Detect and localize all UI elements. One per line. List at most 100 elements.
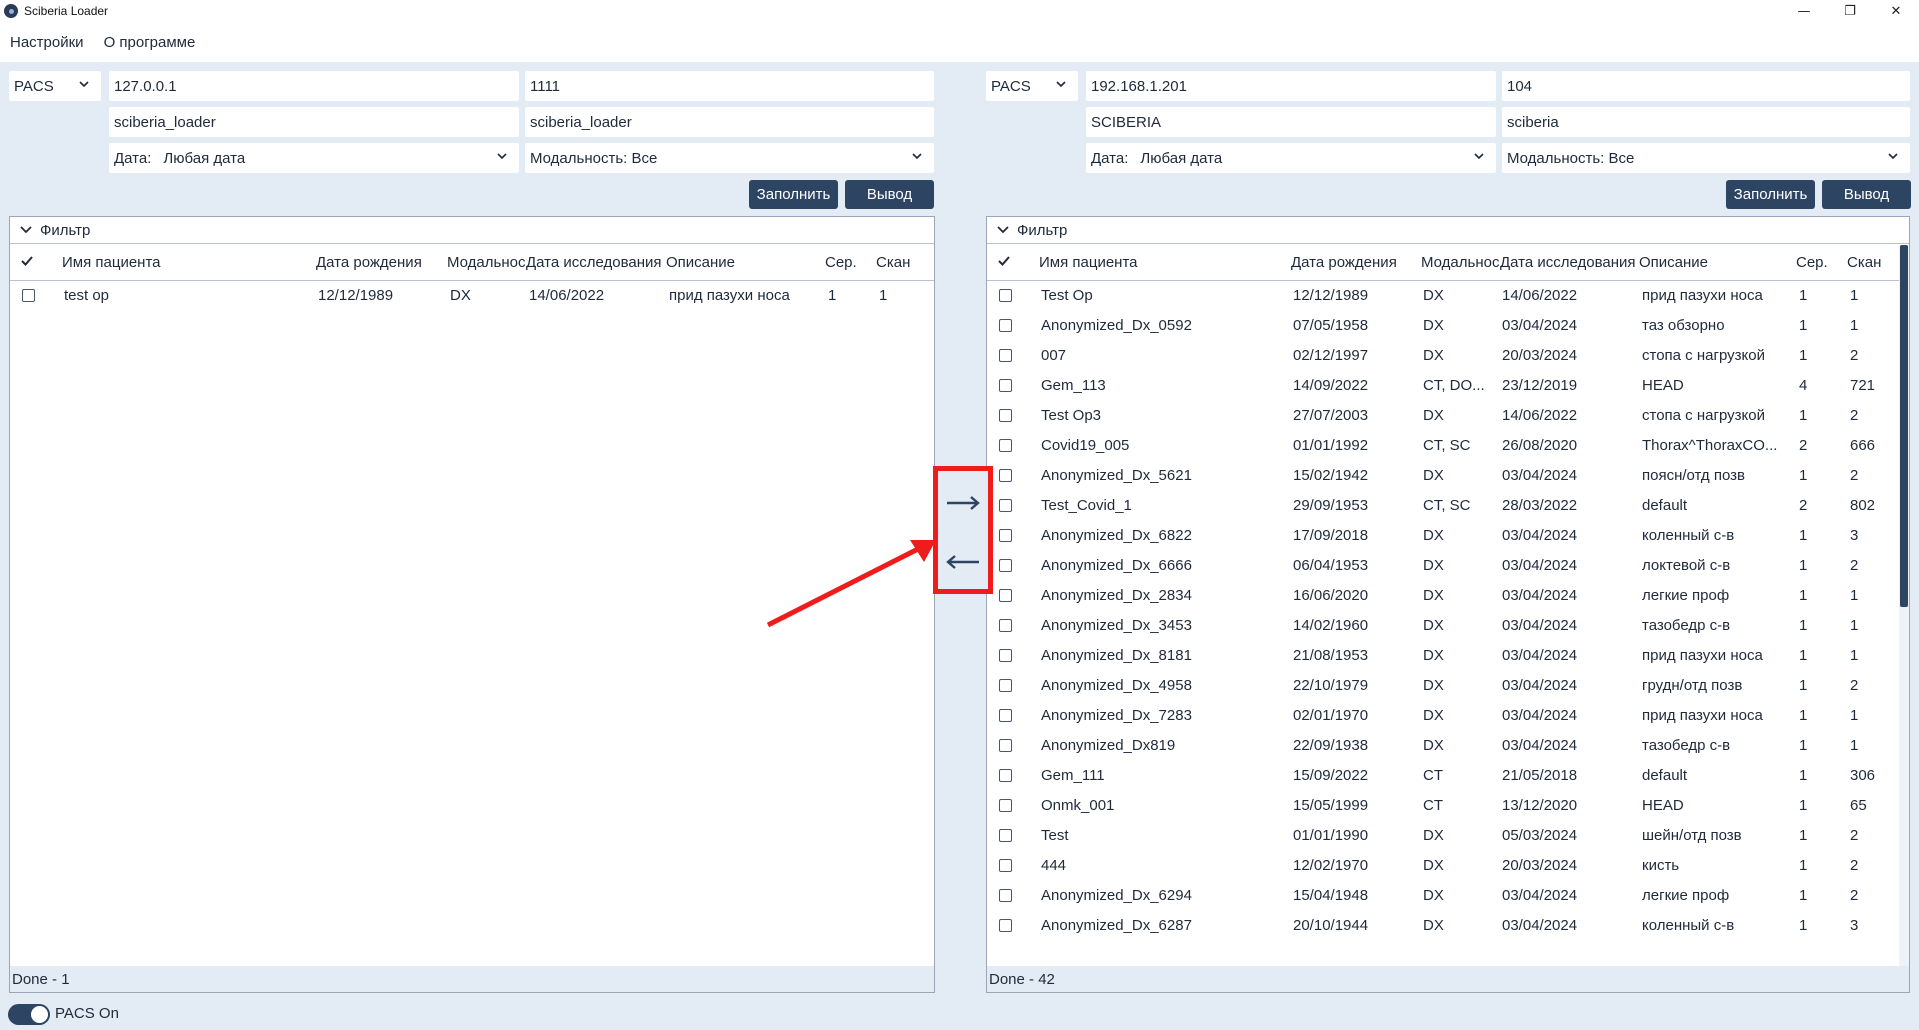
left-modality-select[interactable]: Модальность: Все [525,143,934,173]
right-host-field[interactable]: 192.168.1.201 [1086,71,1496,101]
row-checkbox[interactable] [999,499,1012,512]
row-checkbox[interactable] [999,649,1012,662]
cell-study-date: 14/06/2022 [529,287,605,304]
row-checkbox[interactable] [999,439,1012,452]
left-source-select[interactable]: PACS [9,71,101,101]
left-filter-toggle[interactable]: Фильтр [10,217,934,244]
row-checkbox[interactable] [22,289,35,302]
row-checkbox[interactable] [999,589,1012,602]
col-modality[interactable]: Модальность [1421,254,1499,271]
menu-about[interactable]: О программе [104,34,196,51]
table-row[interactable]: Anonymized_Dx_6294 15/04/1948 DX 03/04/2024… [987,881,1909,911]
row-checkbox[interactable] [999,289,1012,302]
left-aet-field[interactable]: sciberia_loader [109,107,519,137]
table-row[interactable]: Anonymized_Dx_7283 02/01/1970 DX 03/04/2024… [987,701,1909,731]
right-source-select[interactable]: PACS [986,71,1078,101]
table-row[interactable]: Anonymized_Dx819 22/09/1938 DX 03/04/2024 та… [987,731,1909,761]
table-row[interactable]: Test_Covid_1 29/09/1953 CT, SC 28/03/2022 de… [987,491,1909,521]
left-date-select[interactable]: Дата: Любая дата [109,143,519,173]
col-patient-name[interactable]: Имя пациента [62,254,262,271]
right-date-select[interactable]: Дата: Любая дата [1086,143,1496,173]
right-fill-button[interactable]: Заполнить [1726,180,1815,209]
table-row[interactable]: Anonymized_Dx_3453 14/02/1960 DX 03/04/2024… [987,611,1909,641]
col-scans[interactable]: Скан [876,254,926,271]
row-checkbox[interactable] [999,829,1012,842]
cell-birth-date: 12/12/1989 [318,287,394,304]
row-checkbox[interactable] [999,769,1012,782]
col-description[interactable]: Описание [666,254,786,271]
col-birth-date[interactable]: Дата рождения [1291,254,1411,271]
col-scans[interactable]: Скан [1847,254,1897,271]
table-row[interactable]: Gem_111 15/09/2022 CT 21/05/2018 default 1 306 [987,761,1909,791]
left-port-field[interactable]: 1111 [525,71,934,101]
row-checkbox[interactable] [999,889,1012,902]
row-checkbox[interactable] [999,919,1012,932]
col-series[interactable]: Сер. [1796,254,1836,271]
row-checkbox[interactable] [999,379,1012,392]
col-modality[interactable]: Модальность [447,254,525,271]
cell-study-date: 03/04/2024 [1502,587,1578,604]
table-row[interactable]: Covid19_005 01/01/1992 CT, SC 26/08/2020 Tho… [987,431,1909,461]
col-study-date[interactable]: Дата исследования [526,254,664,271]
cell-series: 1 [1799,917,1808,934]
minimize-button[interactable]: — [1781,0,1827,22]
app-logo-icon [4,4,18,18]
table-row[interactable]: Anonymized_Dx_6822 17/09/2018 DX 03/04/2024… [987,521,1909,551]
row-checkbox[interactable] [999,619,1012,632]
close-button[interactable]: ✕ [1873,0,1919,22]
table-row[interactable]: Anonymized_Dx_8181 21/08/1953 DX 03/04/2024… [987,641,1909,671]
transfer-left-button[interactable] [938,532,988,591]
table-row[interactable]: Anonymized_Dx_6287 20/10/1944 DX 03/04/2024… [987,911,1909,941]
table-row[interactable]: Test Op 12/12/1989 DX 14/06/2022 прид пазухи… [987,281,1909,311]
row-checkbox[interactable] [999,859,1012,872]
left-output-button[interactable]: Вывод [845,180,934,209]
left-source-value: PACS [14,77,54,95]
row-checkbox[interactable] [999,679,1012,692]
transfer-right-button[interactable] [938,473,988,532]
table-row[interactable]: Onmk_001 15/05/1999 CT 13/12/2020 HEAD 1 65 [987,791,1909,821]
left-fill-button[interactable]: Заполнить [749,180,838,209]
table-row[interactable]: Anonymized_Dx_5621 15/02/1942 DX 03/04/2024… [987,461,1909,491]
menu-settings[interactable]: Настройки [10,34,84,51]
row-checkbox[interactable] [999,319,1012,332]
table-row[interactable]: 007 02/12/1997 DX 20/03/2024 стопа с нагрузк… [987,341,1909,371]
pacs-toggle[interactable] [8,1004,50,1025]
row-checkbox[interactable] [999,409,1012,422]
right-modality-select[interactable]: Модальность: Все [1502,143,1910,173]
col-study-date[interactable]: Дата исследования [1500,254,1638,271]
row-checkbox[interactable] [999,739,1012,752]
table-row[interactable]: Test Op3 27/07/2003 DX 14/06/2022 стопа с на… [987,401,1909,431]
row-checkbox[interactable] [999,469,1012,482]
table-row[interactable]: Anonymized_Dx_2834 16/06/2020 DX 03/04/2024… [987,581,1909,611]
right-aec-field[interactable]: sciberia [1502,107,1910,137]
table-row[interactable]: test op 12/12/1989 DX 14/06/2022 прид пазухи… [10,281,934,311]
right-aet-field[interactable]: SCIBERIA [1086,107,1496,137]
col-patient-name[interactable]: Имя пациента [1039,254,1239,271]
col-description[interactable]: Описание [1639,254,1759,271]
left-aec-field[interactable]: sciberia_loader [525,107,934,137]
row-checkbox[interactable] [999,709,1012,722]
row-checkbox[interactable] [999,559,1012,572]
cell-description: таз обзорно [1642,317,1725,334]
check-icon[interactable] [997,254,1011,268]
pacs-toggle-label: PACS On [55,1005,119,1022]
col-series[interactable]: Сер. [825,254,865,271]
table-row[interactable]: Gem_113 14/09/2022 CT, DO... 23/12/2019 HEAD… [987,371,1909,401]
maximize-button[interactable]: ❐ [1827,0,1873,22]
check-icon[interactable] [20,254,34,268]
right-scrollbar[interactable] [1899,245,1909,966]
col-birth-date[interactable]: Дата рождения [316,254,436,271]
row-checkbox[interactable] [999,529,1012,542]
right-port-field[interactable]: 104 [1502,71,1910,101]
row-checkbox[interactable] [999,799,1012,812]
row-checkbox[interactable] [999,349,1012,362]
left-host-field[interactable]: 127.0.0.1 [109,71,519,101]
right-output-button[interactable]: Вывод [1822,180,1911,209]
right-filter-toggle[interactable]: Фильтр [987,217,1909,244]
table-row[interactable]: Anonymized_Dx_4958 22/10/1979 DX 03/04/2024… [987,671,1909,701]
table-row[interactable]: Anonymized_Dx_6666 06/04/1953 DX 03/04/2024… [987,551,1909,581]
table-row[interactable]: Anonymized_Dx_0592 07/05/1958 DX 03/04/2024… [987,311,1909,341]
scroll-thumb[interactable] [1900,245,1908,607]
table-row[interactable]: 444 12/02/1970 DX 20/03/2024 кисть 1 2 [987,851,1909,881]
table-row[interactable]: Test 01/01/1990 DX 05/03/2024 шейн/отд позв 1… [987,821,1909,851]
